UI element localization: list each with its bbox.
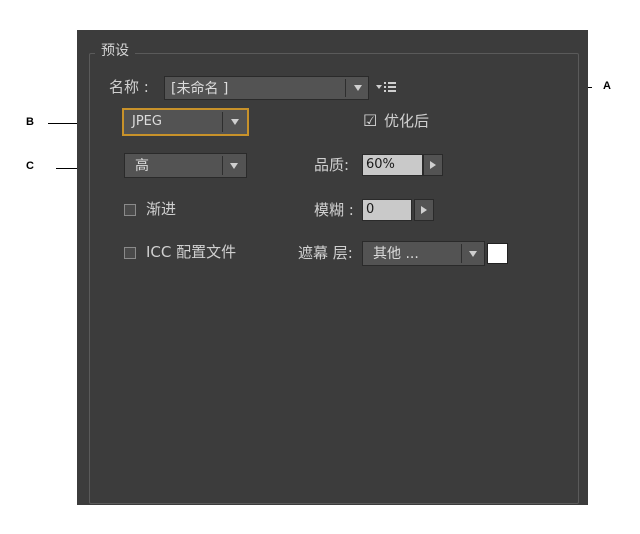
progressive-checkbox[interactable] <box>124 204 136 216</box>
preset-name-dropdown[interactable]: [未命名 ] <box>164 76 369 100</box>
chevron-down-icon <box>347 77 369 99</box>
icc-profile-label: ICC 配置文件 <box>146 243 237 261</box>
optimized-checkbox[interactable]: ☑ <box>363 113 377 129</box>
matte-color-swatch[interactable] <box>487 243 508 264</box>
format-dropdown[interactable]: JPEG <box>122 108 249 136</box>
preset-name-label: 名称 : <box>109 78 149 96</box>
matte-dropdown[interactable]: 其他 ... <box>362 241 485 266</box>
panel-menu-icon[interactable] <box>375 80 397 94</box>
blur-input[interactable]: 0 <box>362 199 412 221</box>
blur-slider-button[interactable] <box>414 199 434 221</box>
blur-label: 模糊 : <box>314 201 354 219</box>
chevron-down-icon <box>223 154 245 177</box>
matte-label: 遮幕 层: <box>298 244 353 262</box>
format-value: JPEG <box>132 114 162 129</box>
quality-label: 品质: <box>314 156 350 174</box>
optimized-label: 优化后 <box>384 112 430 130</box>
progressive-label: 渐进 <box>146 200 177 218</box>
preset-group-label: 预设 <box>95 41 135 61</box>
callout-b: B <box>26 116 34 128</box>
quality-preset-dropdown[interactable]: 高 <box>124 153 247 178</box>
preset-name-value: [未命名 ] <box>171 81 229 97</box>
matte-value: 其他 ... <box>373 246 419 262</box>
chevron-right-icon <box>421 206 427 214</box>
chevron-down-icon <box>462 242 484 265</box>
chevron-right-icon <box>430 161 436 169</box>
quality-preset-value: 高 <box>135 158 149 174</box>
callout-a: A <box>603 80 611 92</box>
chevron-down-icon <box>224 110 246 134</box>
icc-profile-checkbox[interactable] <box>124 247 136 259</box>
callout-c: C <box>26 160 34 172</box>
quality-slider-button[interactable] <box>423 154 443 176</box>
quality-input[interactable]: 60% <box>362 154 423 176</box>
